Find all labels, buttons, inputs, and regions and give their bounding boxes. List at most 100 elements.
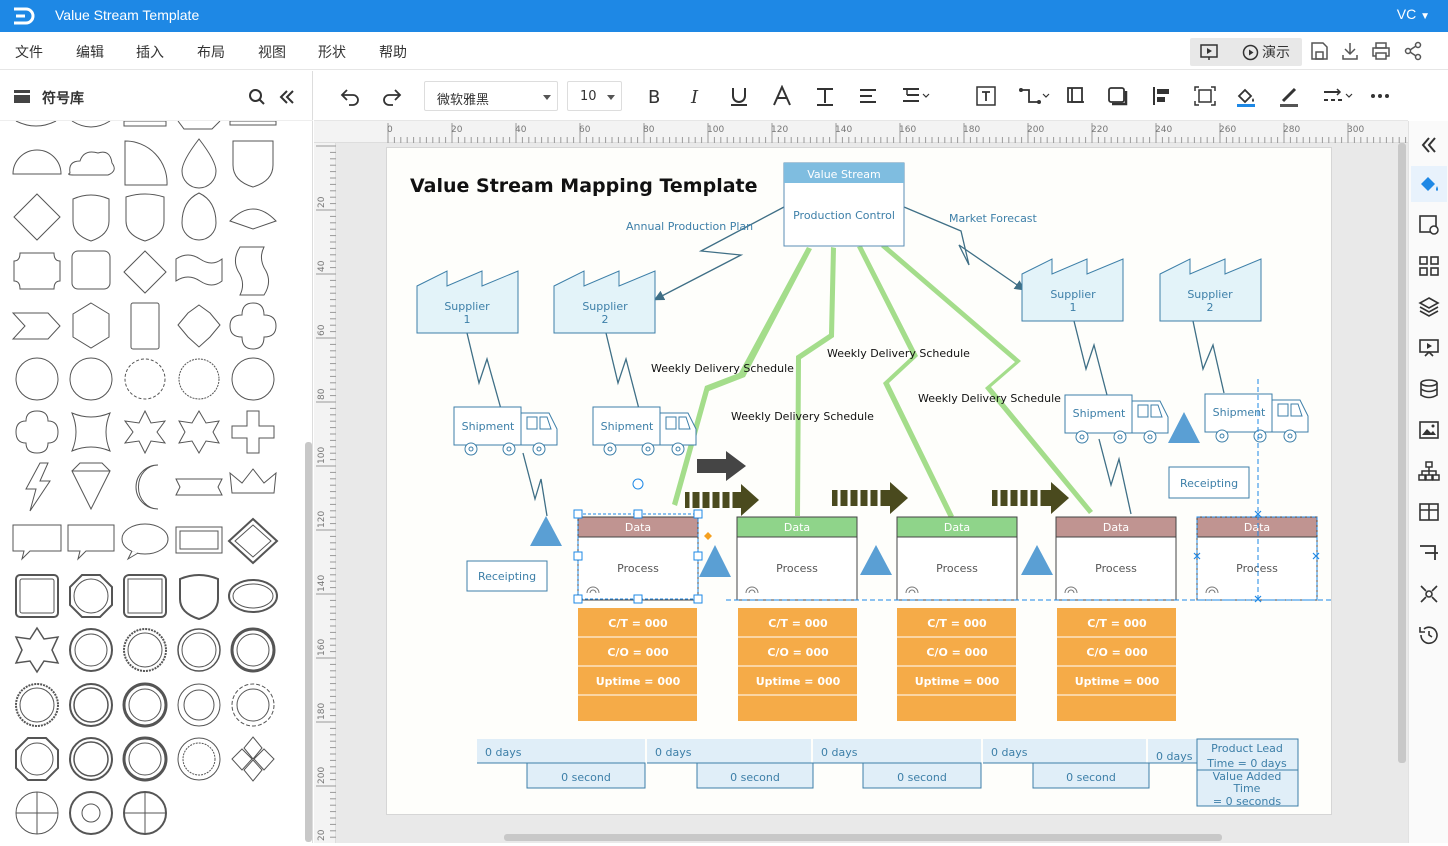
circle-frame-shape[interactable]	[69, 628, 113, 672]
bold-icon[interactable]: B	[642, 85, 666, 107]
production-control-box[interactable]: Value Stream Production Control	[783, 162, 905, 247]
info-flow-line[interactable]	[605, 332, 640, 410]
horizontal-scrollbar[interactable]	[504, 834, 1222, 841]
flower-shape[interactable]	[229, 302, 277, 350]
rectangle-shape[interactable]	[130, 302, 160, 350]
shipment-truck[interactable]: Shipment	[1204, 393, 1309, 443]
inventory-triangle[interactable]	[699, 545, 731, 577]
circle-frame-shape[interactable]	[122, 682, 168, 728]
data-box[interactable]: C/T = 000 C/O = 000 Uptime = 000	[578, 608, 697, 721]
circle-frame-shape[interactable]	[177, 737, 221, 781]
weekly-schedule-label[interactable]: Weekly Delivery Schedule	[918, 392, 1061, 405]
expand-panel-icon[interactable]	[1417, 133, 1441, 157]
user-menu[interactable]: VC ▼	[1397, 6, 1430, 22]
table-icon[interactable]	[1417, 500, 1441, 524]
diagram-title[interactable]: Value Stream Mapping Template	[410, 175, 758, 197]
oval-bubble-shape[interactable]	[121, 523, 169, 561]
supplier-factory[interactable]: Supplier 2	[553, 270, 656, 334]
save-icon[interactable]	[1308, 40, 1330, 62]
info-flow-line[interactable]	[466, 332, 502, 410]
push-arrow[interactable]	[832, 482, 908, 514]
cross-shape[interactable]	[231, 410, 275, 454]
electronic-flow-arrow[interactable]	[795, 247, 836, 516]
puffy-square-shape[interactable]	[71, 412, 111, 452]
line-style-icon[interactable]	[1320, 85, 1354, 107]
line-color-icon[interactable]	[1277, 85, 1301, 107]
inventory-triangle[interactable]	[860, 545, 892, 575]
flower-frame-shape[interactable]	[231, 683, 275, 727]
menu-layout[interactable]: 布局	[197, 42, 225, 62]
menu-view[interactable]: 视图	[258, 42, 286, 62]
inventory-triangle[interactable]	[530, 516, 562, 546]
process-box[interactable]: Data Process	[577, 516, 699, 601]
supplier-factory[interactable]: Supplier 1	[416, 270, 519, 334]
oval-frame-shape[interactable]	[228, 579, 278, 613]
scalloped-shape[interactable]	[177, 304, 221, 348]
speech-bubble-shape[interactable]	[12, 524, 62, 561]
inventory-triangle[interactable]	[1021, 545, 1053, 575]
presentation-icon[interactable]	[1417, 336, 1441, 360]
more-icon[interactable]	[1368, 85, 1392, 107]
control-point-icon[interactable]	[704, 532, 712, 540]
half-circle-shape[interactable]	[12, 149, 62, 175]
font-family-select[interactable]: 微软雅黑	[424, 81, 558, 111]
cloud-shape[interactable]	[68, 151, 115, 176]
star-8-shape[interactable]	[123, 409, 167, 455]
drawing-page[interactable]: Value Stream Mapping Template Value Stre…	[386, 147, 1332, 815]
octagon-frame-shape[interactable]	[15, 737, 59, 781]
process-box[interactable]: Data Process	[736, 516, 858, 601]
shield-shape[interactable]	[125, 193, 165, 242]
menu-shape[interactable]: 形状	[318, 42, 346, 62]
shipment-truck[interactable]: Shipment	[453, 406, 558, 456]
compass-frame-shape[interactable]	[123, 791, 167, 835]
compass-frame-shape[interactable]	[15, 791, 59, 835]
circle-frame-shape[interactable]	[177, 628, 221, 672]
fill-color-icon[interactable]	[1234, 85, 1258, 107]
font-size-select[interactable]: 10	[567, 81, 622, 111]
data-box[interactable]: C/T = 000 C/O = 000 Uptime = 000	[1057, 608, 1176, 721]
diamond-cluster-shape[interactable]	[231, 736, 275, 782]
history-icon[interactable]	[1417, 623, 1441, 647]
underline-icon[interactable]	[727, 85, 751, 107]
shipment-truck[interactable]: Shipment	[592, 406, 697, 456]
data-box[interactable]: C/T = 000 C/O = 000 Uptime = 000	[897, 608, 1016, 721]
line-spacing-icon[interactable]	[899, 85, 931, 107]
shape-thumb[interactable]	[229, 121, 277, 126]
search-icon[interactable]	[248, 88, 266, 106]
banner-shape[interactable]	[175, 478, 223, 496]
crescent-shape[interactable]	[135, 464, 159, 510]
text-box-icon[interactable]	[974, 85, 998, 107]
shield-frame-shape[interactable]	[179, 574, 219, 621]
inventory-triangle[interactable]	[1168, 412, 1200, 443]
starburst-shape[interactable]	[178, 358, 220, 400]
circle-frame-shape[interactable]	[15, 683, 59, 727]
star-frame-shape[interactable]	[14, 626, 60, 674]
gem-shape[interactable]	[71, 462, 111, 511]
diamond-shape[interactable]	[123, 250, 167, 294]
mind-map-icon[interactable]	[1417, 582, 1441, 606]
sidebar-scrollbar[interactable]	[305, 442, 312, 842]
framed-rect-shape[interactable]	[175, 526, 223, 554]
vertical-scrollbar[interactable]	[1398, 143, 1406, 763]
shape-thumb[interactable]	[123, 121, 167, 127]
connector-icon[interactable]	[1017, 85, 1051, 107]
cloud-badge-shape[interactable]	[15, 357, 59, 401]
chevron-shape[interactable]	[11, 312, 61, 340]
image-icon[interactable]	[1417, 418, 1441, 442]
receipting-box[interactable]: Receipting	[466, 560, 548, 592]
circle-frame-shape[interactable]	[69, 683, 113, 727]
data-box[interactable]: C/T = 000 C/O = 000 Uptime = 000	[738, 608, 857, 721]
weekly-schedule-label[interactable]: Weekly Delivery Schedule	[731, 410, 874, 423]
circle-frame-shape[interactable]	[69, 737, 113, 781]
flower-frame-shape[interactable]	[177, 683, 221, 727]
diamond-shape[interactable]	[13, 193, 61, 241]
slideshow-button[interactable]	[1190, 38, 1228, 66]
diamond-frame-shape[interactable]	[227, 517, 279, 565]
crown-shape[interactable]	[229, 468, 277, 494]
weekly-schedule-label[interactable]: Weekly Delivery Schedule	[651, 362, 794, 375]
circle-frame-shape[interactable]	[230, 627, 276, 673]
lead-time-box[interactable]: Product Lead Time = 0 days Value Added T…	[1196, 738, 1299, 808]
undo-icon[interactable]	[338, 85, 362, 107]
star-6-shape[interactable]	[178, 410, 220, 454]
fill-style-icon[interactable]	[1417, 172, 1441, 196]
